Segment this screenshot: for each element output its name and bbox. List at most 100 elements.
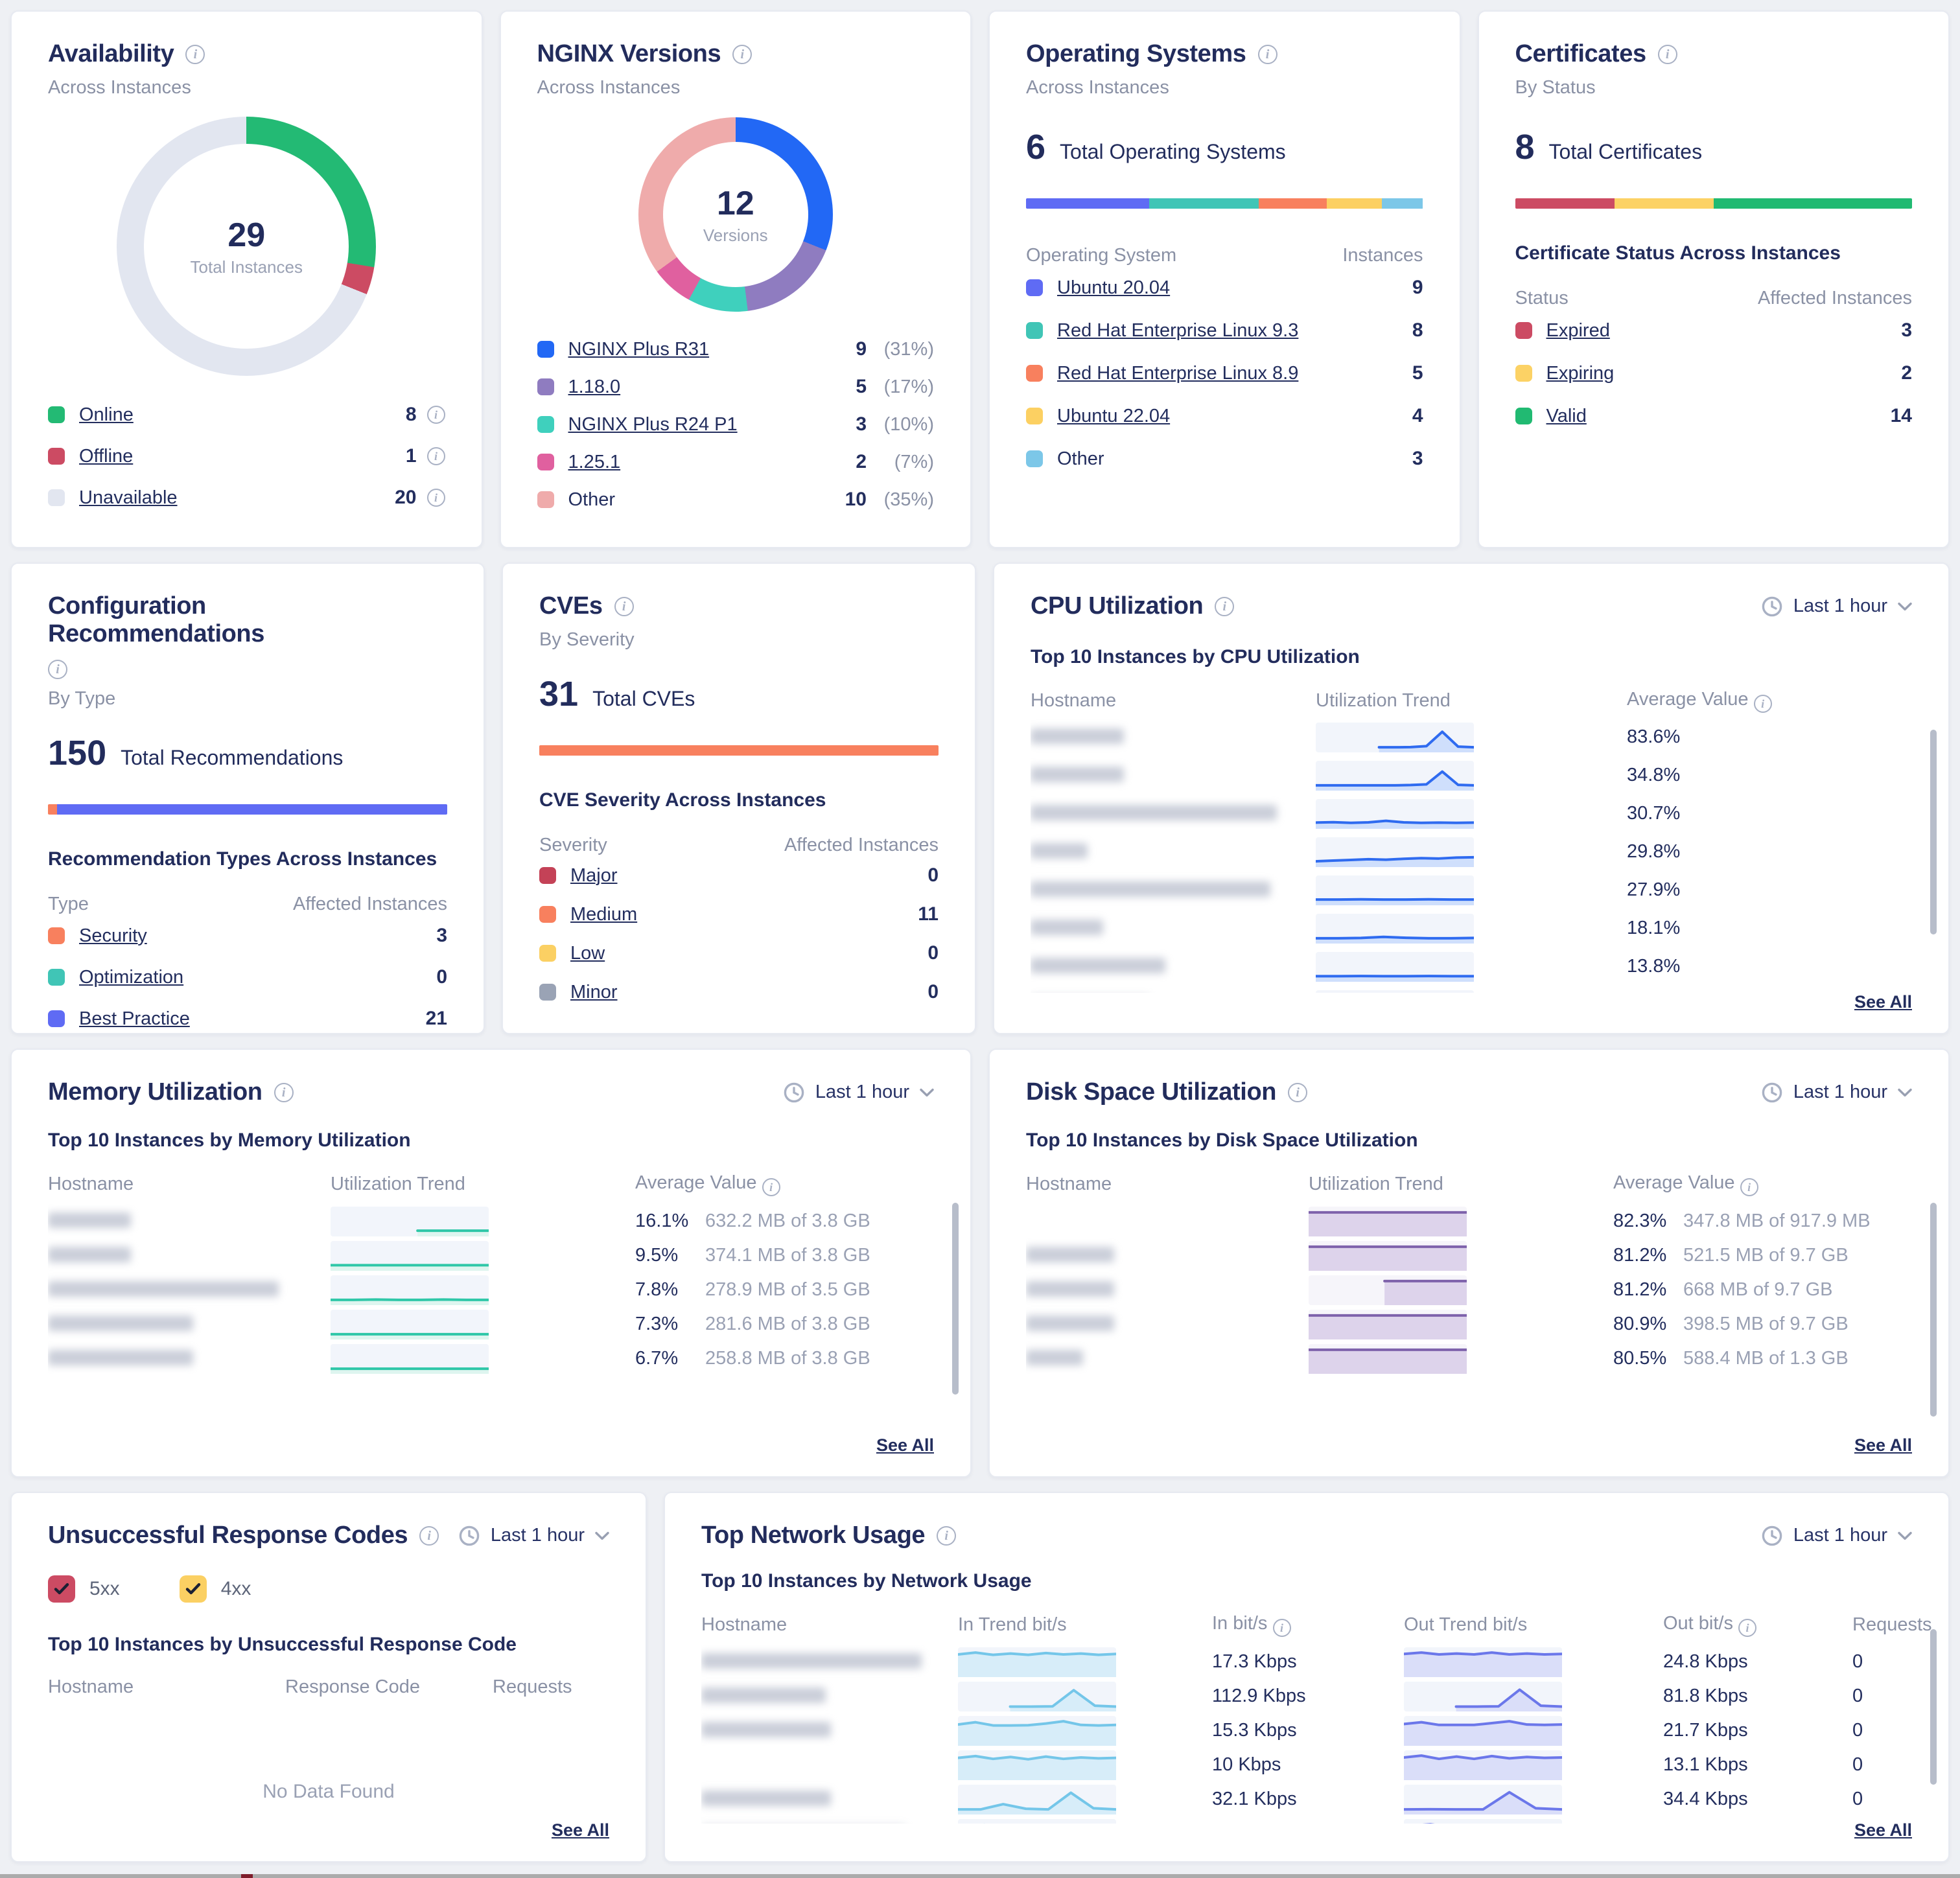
version-link[interactable]: 1.18.0 bbox=[568, 377, 621, 398]
info-icon[interactable]: i bbox=[732, 45, 752, 64]
medium-link[interactable]: Medium bbox=[570, 904, 637, 925]
cert-total-stat: 8 Total Certificates bbox=[1515, 127, 1913, 167]
hostname-blurred[interactable] bbox=[701, 1787, 958, 1811]
time-filter-dropdown[interactable]: Last 1 hour bbox=[1761, 596, 1912, 618]
info-icon[interactable]: i bbox=[1215, 597, 1234, 616]
hostname-blurred[interactable] bbox=[701, 1719, 958, 1743]
info-icon[interactable]: i bbox=[427, 489, 445, 507]
hostname-blurred[interactable] bbox=[701, 1822, 958, 1824]
os-swatch bbox=[1026, 408, 1043, 424]
out-trend-sparkline bbox=[1404, 1682, 1562, 1711]
major-link[interactable]: Major bbox=[570, 865, 618, 887]
hostname-blurred[interactable] bbox=[701, 1650, 958, 1674]
minor-link[interactable]: Minor bbox=[570, 982, 618, 1003]
unavailable-link[interactable]: Unavailable bbox=[79, 487, 178, 509]
hostname-blurred[interactable] bbox=[1031, 878, 1316, 902]
valid-link[interactable]: Valid bbox=[1546, 406, 1587, 427]
hostname-blurred[interactable] bbox=[1026, 1347, 1309, 1371]
see-all-link[interactable]: See All bbox=[1854, 1435, 1912, 1455]
hostname-blurred[interactable] bbox=[1031, 840, 1316, 864]
disk-average-value: 82.3%347.8 MB of 917.9 MB bbox=[1613, 1211, 1912, 1232]
checkbox-4xx[interactable] bbox=[180, 1575, 207, 1603]
time-filter-dropdown[interactable]: Last 1 hour bbox=[1761, 1082, 1912, 1104]
in-bits-value: 17.3 Kbps bbox=[1212, 1651, 1404, 1673]
info-icon[interactable]: i bbox=[614, 597, 634, 616]
hostname-blurred[interactable] bbox=[1031, 802, 1316, 826]
hostname-blurred[interactable] bbox=[1026, 1278, 1309, 1302]
out-trend-sparkline bbox=[1404, 1716, 1562, 1746]
hostname-blurred[interactable] bbox=[48, 1312, 331, 1336]
expiring-count: 2 bbox=[1901, 362, 1912, 384]
scrollbar-thumb[interactable] bbox=[952, 1203, 959, 1395]
table-row: 34.8% bbox=[1031, 756, 1912, 794]
low-link[interactable]: Low bbox=[570, 943, 605, 964]
os-link[interactable]: Ubuntu 22.04 bbox=[1057, 406, 1170, 427]
filter-5xx[interactable]: 5xx bbox=[48, 1575, 120, 1603]
hostname-blurred[interactable] bbox=[701, 1684, 958, 1708]
hostname-blurred[interactable] bbox=[48, 1244, 331, 1268]
see-all-link[interactable]: See All bbox=[1854, 992, 1912, 1012]
col-hostname: Hostname bbox=[701, 1614, 958, 1636]
info-icon[interactable]: i bbox=[937, 1526, 956, 1546]
version-swatch bbox=[537, 454, 554, 470]
info-icon[interactable]: i bbox=[274, 1083, 294, 1102]
info-icon[interactable]: i bbox=[427, 406, 445, 424]
info-icon[interactable]: i bbox=[1258, 45, 1278, 64]
online-link[interactable]: Online bbox=[79, 404, 134, 426]
requests-value: 0 bbox=[1852, 1789, 1912, 1810]
hostname-blurred[interactable] bbox=[48, 1278, 331, 1302]
os-label-other: Other bbox=[1057, 448, 1104, 470]
see-all-link[interactable]: See All bbox=[552, 1820, 609, 1840]
info-icon[interactable]: i bbox=[427, 447, 445, 465]
info-icon[interactable]: i bbox=[185, 45, 205, 64]
in-bits-value: 10 Kbps bbox=[1212, 1754, 1404, 1776]
hostname-blurred[interactable] bbox=[1026, 1244, 1309, 1268]
expiring-link[interactable]: Expiring bbox=[1546, 363, 1615, 384]
optimization-link[interactable]: Optimization bbox=[79, 967, 183, 988]
hostname-blurred[interactable] bbox=[1031, 763, 1316, 787]
expired-link[interactable]: Expired bbox=[1546, 320, 1610, 342]
info-icon[interactable]: i bbox=[1740, 1178, 1758, 1196]
info-icon[interactable]: i bbox=[419, 1526, 439, 1546]
info-icon[interactable]: i bbox=[1288, 1083, 1307, 1102]
time-filter-dropdown[interactable]: Last 1 hour bbox=[783, 1082, 934, 1104]
info-icon[interactable]: i bbox=[1658, 45, 1677, 64]
hostname-blurred[interactable] bbox=[1031, 955, 1316, 979]
time-filter-dropdown[interactable]: Last 1 hour bbox=[458, 1525, 609, 1547]
hostname-blurred[interactable] bbox=[1026, 1312, 1309, 1336]
time-filter-dropdown[interactable]: Last 1 hour bbox=[1761, 1525, 1912, 1547]
info-icon[interactable]: i bbox=[1273, 1619, 1291, 1637]
version-link[interactable]: NGINX Plus R24 P1 bbox=[568, 414, 738, 435]
hostname-blurred[interactable] bbox=[48, 1347, 331, 1371]
os-link[interactable]: Red Hat Enterprise Linux 8.9 bbox=[1057, 363, 1298, 384]
memory-section-title: Top 10 Instances by Memory Utilization bbox=[48, 1130, 934, 1152]
scrollbar-thumb[interactable] bbox=[1930, 730, 1937, 934]
info-icon[interactable]: i bbox=[762, 1178, 780, 1196]
offline-link[interactable]: Offline bbox=[79, 446, 133, 467]
hostname-blurred[interactable] bbox=[1031, 916, 1316, 940]
chevron-down-icon bbox=[1898, 1088, 1912, 1097]
version-link[interactable]: 1.25.1 bbox=[568, 452, 621, 473]
version-link[interactable]: NGINX Plus R31 bbox=[568, 339, 710, 360]
scrollbar-thumb[interactable] bbox=[1930, 1203, 1937, 1417]
security-link[interactable]: Security bbox=[79, 925, 147, 947]
checkbox-5xx[interactable] bbox=[48, 1575, 75, 1603]
info-icon[interactable]: i bbox=[1754, 695, 1772, 713]
os-link[interactable]: Ubuntu 20.04 bbox=[1057, 277, 1170, 299]
info-icon[interactable]: i bbox=[48, 660, 67, 679]
os-link[interactable]: Red Hat Enterprise Linux 9.3 bbox=[1057, 320, 1298, 342]
see-all-link[interactable]: See All bbox=[1854, 1820, 1912, 1840]
list-item: Low 0 bbox=[539, 934, 939, 973]
hostname-blurred[interactable] bbox=[48, 1209, 331, 1233]
scrollbar-thumb[interactable] bbox=[1930, 1629, 1937, 1785]
page-bottom-scrollbar-track[interactable] bbox=[0, 1874, 1960, 1878]
hostname-blurred[interactable] bbox=[1031, 725, 1316, 749]
best-practice-link[interactable]: Best Practice bbox=[79, 1008, 190, 1030]
info-icon[interactable]: i bbox=[1738, 1619, 1756, 1637]
cve-list: Major 0 Medium 11 Low 0 Minor 0 bbox=[539, 856, 939, 1012]
online-swatch bbox=[48, 406, 65, 423]
cert-total-label: Total Certificates bbox=[1549, 140, 1703, 164]
see-all-link[interactable]: See All bbox=[876, 1435, 934, 1455]
out-trend-sparkline bbox=[1404, 1750, 1562, 1780]
filter-4xx[interactable]: 4xx bbox=[180, 1575, 251, 1603]
